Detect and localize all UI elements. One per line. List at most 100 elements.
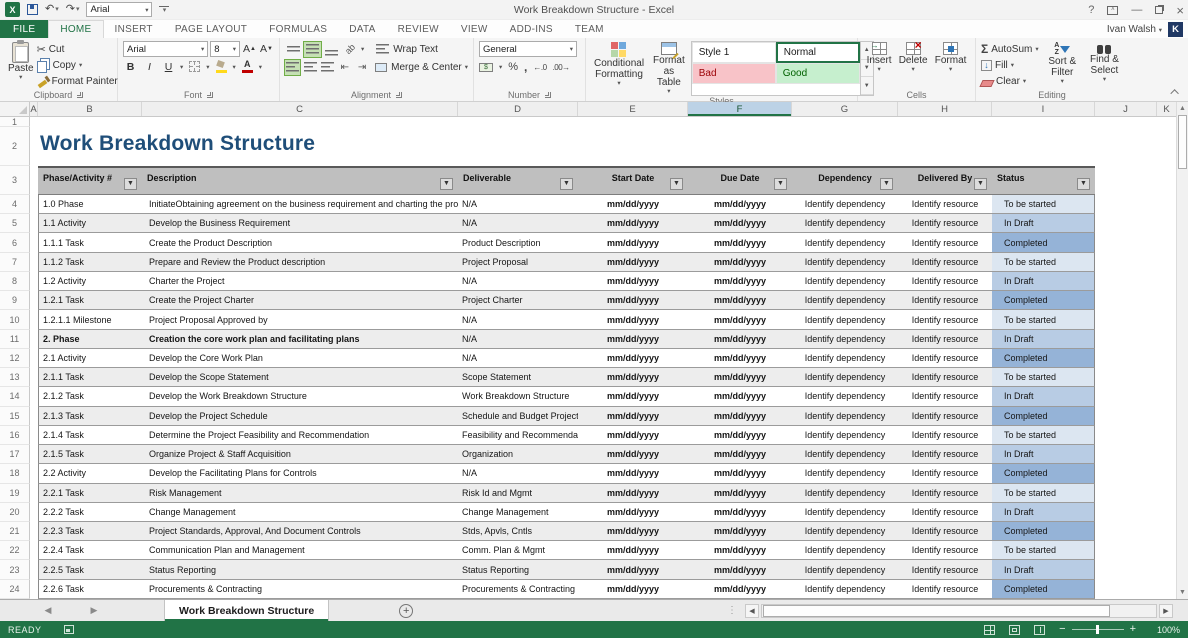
cell-H24[interactable]: Identify resource	[898, 580, 992, 599]
cell-E23[interactable]: mm/dd/yyyy	[578, 560, 688, 579]
decrease-font-button[interactable]: A▼	[259, 42, 274, 57]
cell-D4[interactable]: N/A	[458, 195, 578, 214]
vertical-scroll-thumb[interactable]	[1178, 115, 1187, 169]
sheet-tab-active[interactable]: Work Breakdown Structure	[164, 600, 329, 621]
sheet-title[interactable]: Work Breakdown Structure	[40, 132, 315, 156]
cell-H10[interactable]: Identify resource	[898, 310, 992, 329]
cell-D21[interactable]: Stds, Apvls, Cntls	[458, 522, 578, 541]
column-header-B[interactable]: B	[38, 102, 142, 116]
cell-D23[interactable]: Status Reporting	[458, 560, 578, 579]
ribbon-tab-insert[interactable]: INSERT	[104, 20, 164, 38]
cell-H11[interactable]: Identify resource	[898, 330, 992, 349]
row-header-12[interactable]: 12	[0, 349, 30, 368]
cell-H18[interactable]: Identify resource	[898, 464, 992, 483]
decrease-indent-button[interactable]: ⇤	[337, 60, 352, 75]
cell-G11[interactable]: Identify dependency	[792, 330, 898, 349]
ribbon-tab-home[interactable]: HOME	[48, 20, 103, 38]
zoom-out-button[interactable]: −	[1059, 624, 1065, 635]
avatar[interactable]: K	[1168, 22, 1183, 37]
account-name[interactable]: Ivan Walsh ▾	[1107, 24, 1162, 35]
cell-E15[interactable]: mm/dd/yyyy	[578, 407, 688, 426]
column-header-F[interactable]: F	[688, 102, 792, 116]
orientation-button[interactable]: ab	[342, 42, 359, 57]
row-header-21[interactable]: 21	[0, 522, 30, 541]
cell-F23[interactable]: mm/dd/yyyy	[688, 560, 792, 579]
column-header-I[interactable]: I	[992, 102, 1095, 116]
cell-G20[interactable]: Identify dependency	[792, 503, 898, 522]
cell-F13[interactable]: mm/dd/yyyy	[688, 368, 792, 387]
cell-E19[interactable]: mm/dd/yyyy	[578, 484, 688, 503]
cell-G15[interactable]: Identify dependency	[792, 407, 898, 426]
increase-decimal-button[interactable]: ←.0	[533, 63, 546, 72]
cell-C18[interactable]: Develop the Facilitating Plans for Contr…	[142, 464, 458, 483]
cell-I9[interactable]: Completed	[992, 291, 1095, 310]
cell-G5[interactable]: Identify dependency	[792, 214, 898, 233]
cell-D20[interactable]: Change Management	[458, 503, 578, 522]
cell-I14[interactable]: In Draft	[992, 387, 1095, 406]
column-header-H[interactable]: H	[898, 102, 992, 116]
cell-F10[interactable]: mm/dd/yyyy	[688, 310, 792, 329]
filter-button[interactable]: ▼	[974, 178, 987, 190]
ribbon-tab-review[interactable]: REVIEW	[387, 20, 450, 38]
cell-B7[interactable]: 1.1.2 Task	[38, 253, 142, 272]
cell-H17[interactable]: Identify resource	[898, 445, 992, 464]
cell-C16[interactable]: Determine the Project Feasibility and Re…	[142, 426, 458, 445]
cell-I11[interactable]: In Draft	[992, 330, 1095, 349]
undo-dropdown-icon[interactable]: ▾	[55, 6, 59, 13]
cell-E22[interactable]: mm/dd/yyyy	[578, 541, 688, 560]
cut-button[interactable]: ✂Cut	[37, 41, 118, 57]
column-header-G[interactable]: G	[792, 102, 898, 116]
table-header-C[interactable]: Description▼	[142, 166, 458, 195]
wrap-text-button[interactable]: Wrap Text	[393, 41, 438, 57]
cell-H23[interactable]: Identify resource	[898, 560, 992, 579]
cell-C12[interactable]: Develop the Core Work Plan	[142, 349, 458, 368]
cell-B17[interactable]: 2.1.5 Task	[38, 445, 142, 464]
cell-I7[interactable]: To be started	[992, 253, 1095, 272]
restore-button[interactable]	[1155, 6, 1163, 14]
cell-H9[interactable]: Identify resource	[898, 291, 992, 310]
cell-B24[interactable]: 2.2.6 Task	[38, 580, 142, 599]
style-gallery-item-good[interactable]: Good	[776, 63, 860, 84]
cell-B23[interactable]: 2.2.5 Task	[38, 560, 142, 579]
cell-E6[interactable]: mm/dd/yyyy	[578, 233, 688, 252]
cell-D18[interactable]: N/A	[458, 464, 578, 483]
page-layout-view-button[interactable]	[1009, 625, 1020, 635]
cell-G24[interactable]: Identify dependency	[792, 580, 898, 599]
number-format-combo[interactable]: General▾	[479, 41, 577, 57]
align-right-button[interactable]	[320, 60, 335, 75]
cell-B13[interactable]: 2.1.1 Task	[38, 368, 142, 387]
insert-cells-button[interactable]: Insert▾	[864, 41, 895, 88]
column-header-J[interactable]: J	[1095, 102, 1157, 116]
qat-font-combo[interactable]: Arial▾	[86, 2, 152, 17]
row-header-2[interactable]: 2	[0, 127, 30, 166]
qat-customize-button[interactable]: ▾	[159, 6, 169, 14]
cell-G23[interactable]: Identify dependency	[792, 560, 898, 579]
align-center-button[interactable]	[302, 60, 317, 75]
column-header-A[interactable]: A	[30, 102, 38, 116]
cell-D11[interactable]: N/A	[458, 330, 578, 349]
hscroll-right-icon[interactable]: ▶	[1159, 604, 1173, 618]
row-header-18[interactable]: 18	[0, 464, 30, 483]
number-dialog-launcher[interactable]	[545, 92, 551, 98]
merge-center-button[interactable]: Merge & Center▾	[391, 59, 468, 75]
table-header-H[interactable]: Delivered By▼	[898, 166, 992, 195]
cell-E13[interactable]: mm/dd/yyyy	[578, 368, 688, 387]
cell-E21[interactable]: mm/dd/yyyy	[578, 522, 688, 541]
collapse-ribbon-button[interactable]	[1170, 89, 1178, 97]
cell-F7[interactable]: mm/dd/yyyy	[688, 253, 792, 272]
style-gallery-item-style1[interactable]: Style 1	[692, 42, 776, 63]
cell-C13[interactable]: Develop the Scope Statement	[142, 368, 458, 387]
cell-I13[interactable]: To be started	[992, 368, 1095, 387]
table-header-G[interactable]: Dependency▼	[792, 166, 898, 195]
cell-F16[interactable]: mm/dd/yyyy	[688, 426, 792, 445]
cell-C22[interactable]: Communication Plan and Management	[142, 541, 458, 560]
vertical-scrollbar[interactable]: ▲ ▼	[1176, 102, 1188, 599]
fill-button[interactable]: ↓Fill▾	[981, 57, 1039, 73]
font-family-combo[interactable]: Arial▾	[123, 41, 208, 57]
cell-F15[interactable]: mm/dd/yyyy	[688, 407, 792, 426]
row-header-3[interactable]: 3	[0, 166, 30, 195]
row-header-24[interactable]: 24	[0, 580, 30, 599]
new-sheet-button[interactable]: +	[399, 604, 413, 618]
redo-dropdown-icon[interactable]: ▾	[76, 6, 80, 13]
cell-B20[interactable]: 2.2.2 Task	[38, 503, 142, 522]
